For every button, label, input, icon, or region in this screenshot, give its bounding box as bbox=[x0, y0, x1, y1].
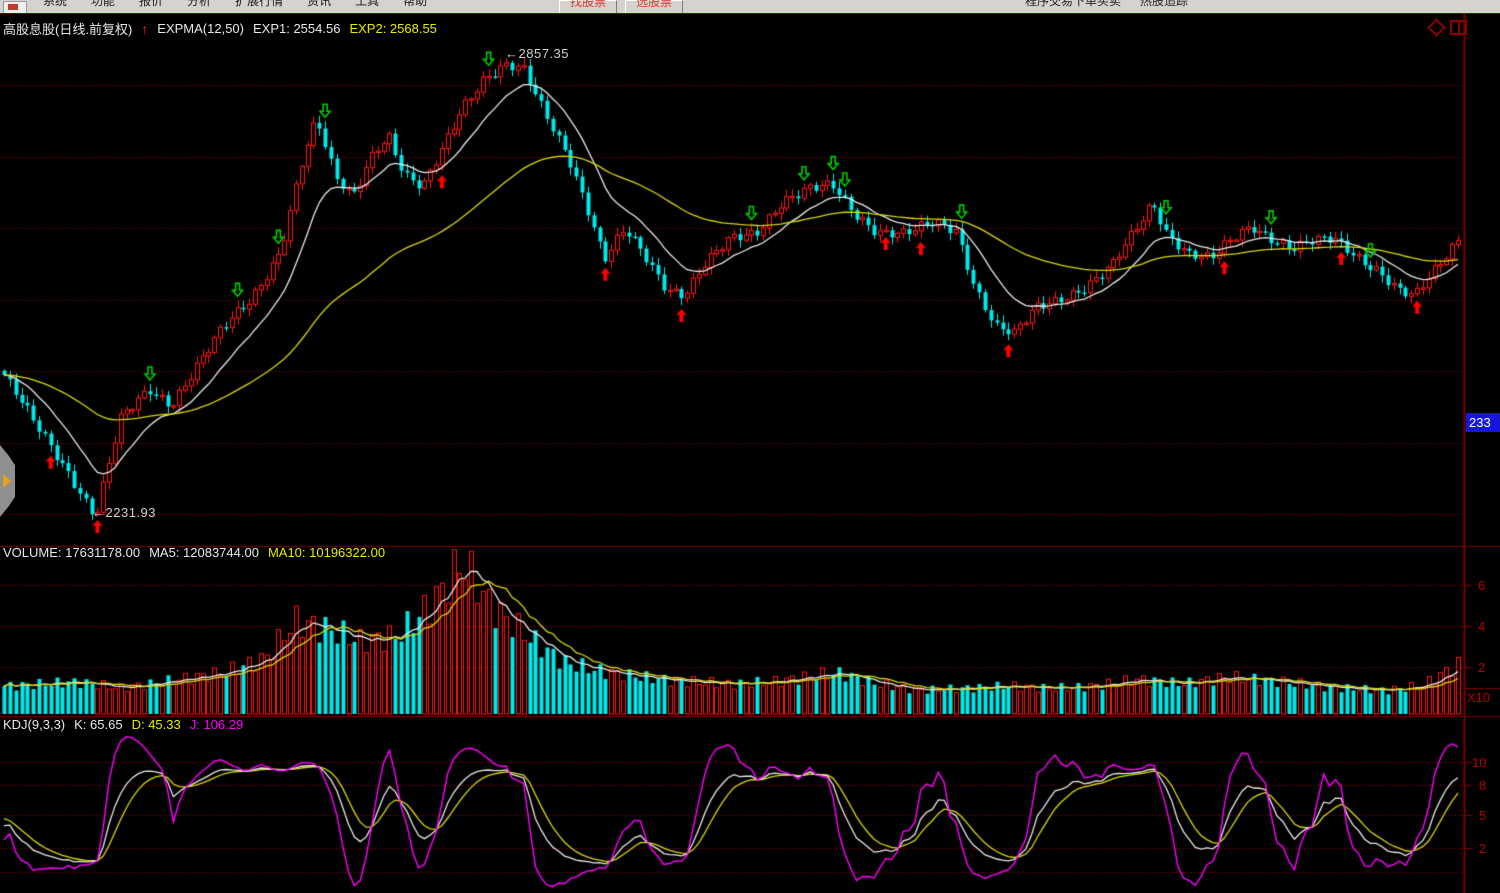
expand-right-icon bbox=[3, 474, 11, 488]
volume-value[interactable]: VOLUME: 17631178.00 bbox=[3, 545, 140, 560]
stock-title: 高股息股(日线.前复权) bbox=[3, 19, 132, 38]
menu-item-tools[interactable]: 工具 bbox=[343, 0, 391, 8]
link-trade-order[interactable]: 程序交易下单买卖 bbox=[1025, 0, 1121, 8]
menu-item-extended[interactable]: 扩展行情 bbox=[223, 0, 295, 8]
kdj-axis-tick-80: 8 bbox=[1479, 778, 1486, 793]
volume-ma5-value: MA5: 12083744.00 bbox=[149, 545, 259, 560]
main-chart-header: 高股息股(日线.前复权) ↑ EXPMA(12,50) EXP1: 2554.5… bbox=[3, 19, 437, 38]
exp2-value: EXP2: 2568.55 bbox=[349, 21, 436, 36]
exp1-value: EXP1: 2554.56 bbox=[253, 21, 340, 36]
menu-item-quotes[interactable]: 报价 bbox=[127, 0, 175, 8]
chart-canvas[interactable] bbox=[0, 13, 1500, 893]
chart-area: 高股息股(日线.前复权) ↑ EXPMA(12,50) EXP1: 2554.5… bbox=[0, 13, 1500, 893]
hot-button-pick-stock[interactable]: 选股票 bbox=[625, 0, 683, 14]
trough-annotation: ←2231.93 bbox=[92, 505, 156, 520]
hot-button-find-stock[interactable]: 找股票 bbox=[559, 0, 617, 14]
indicator-name[interactable]: EXPMA(12,50) bbox=[157, 21, 244, 36]
menu-item-function[interactable]: 功能 bbox=[79, 0, 127, 8]
kdj-indicator-name[interactable]: KDJ(9,3,3) bbox=[3, 717, 65, 732]
menu-item-analysis[interactable]: 分析 bbox=[175, 0, 223, 8]
kdj-axis-tick-50: 5 bbox=[1479, 808, 1486, 823]
volume-axis-tick-4: 4 bbox=[1478, 619, 1485, 634]
volume-ma10-value: MA10: 10196322.00 bbox=[268, 545, 385, 560]
split-window-icon[interactable] bbox=[1450, 20, 1467, 35]
link-hot-stock-track[interactable]: 热股追踪 bbox=[1140, 0, 1188, 8]
volume-axis-tick-6: 6 bbox=[1478, 578, 1485, 593]
kdj-d-value: D: 45.33 bbox=[132, 717, 181, 732]
price-tag: 233 bbox=[1466, 413, 1500, 432]
kdj-axis-tick-100: 10 bbox=[1472, 755, 1486, 770]
menu-item-news[interactable]: 资讯 bbox=[295, 0, 343, 8]
kdj-axis-tick-20: 2 bbox=[1479, 841, 1486, 856]
menu-item-system[interactable]: 系统 bbox=[31, 0, 79, 8]
volume-unit-label: X10 bbox=[1467, 690, 1490, 705]
menu-item-help[interactable]: 帮助 bbox=[391, 0, 439, 8]
volume-axis-tick-2: 2 bbox=[1478, 660, 1485, 675]
up-arrow-icon: ↑ bbox=[141, 21, 148, 37]
menu-bar: 系统 功能 报价 分析 扩展行情 资讯 工具 帮助 找股票 选股票 程序交易下单… bbox=[0, 0, 1500, 14]
kdj-j-value: J: 106.29 bbox=[190, 717, 244, 732]
kdj-k-value: K: 65.65 bbox=[74, 717, 122, 732]
volume-header: VOLUME: 17631178.00 MA5: 12083744.00 MA1… bbox=[3, 545, 385, 560]
kdj-header: KDJ(9,3,3) K: 65.65 D: 45.33 J: 106.29 bbox=[3, 717, 243, 732]
peak-annotation: ←2857.35 bbox=[505, 46, 569, 61]
